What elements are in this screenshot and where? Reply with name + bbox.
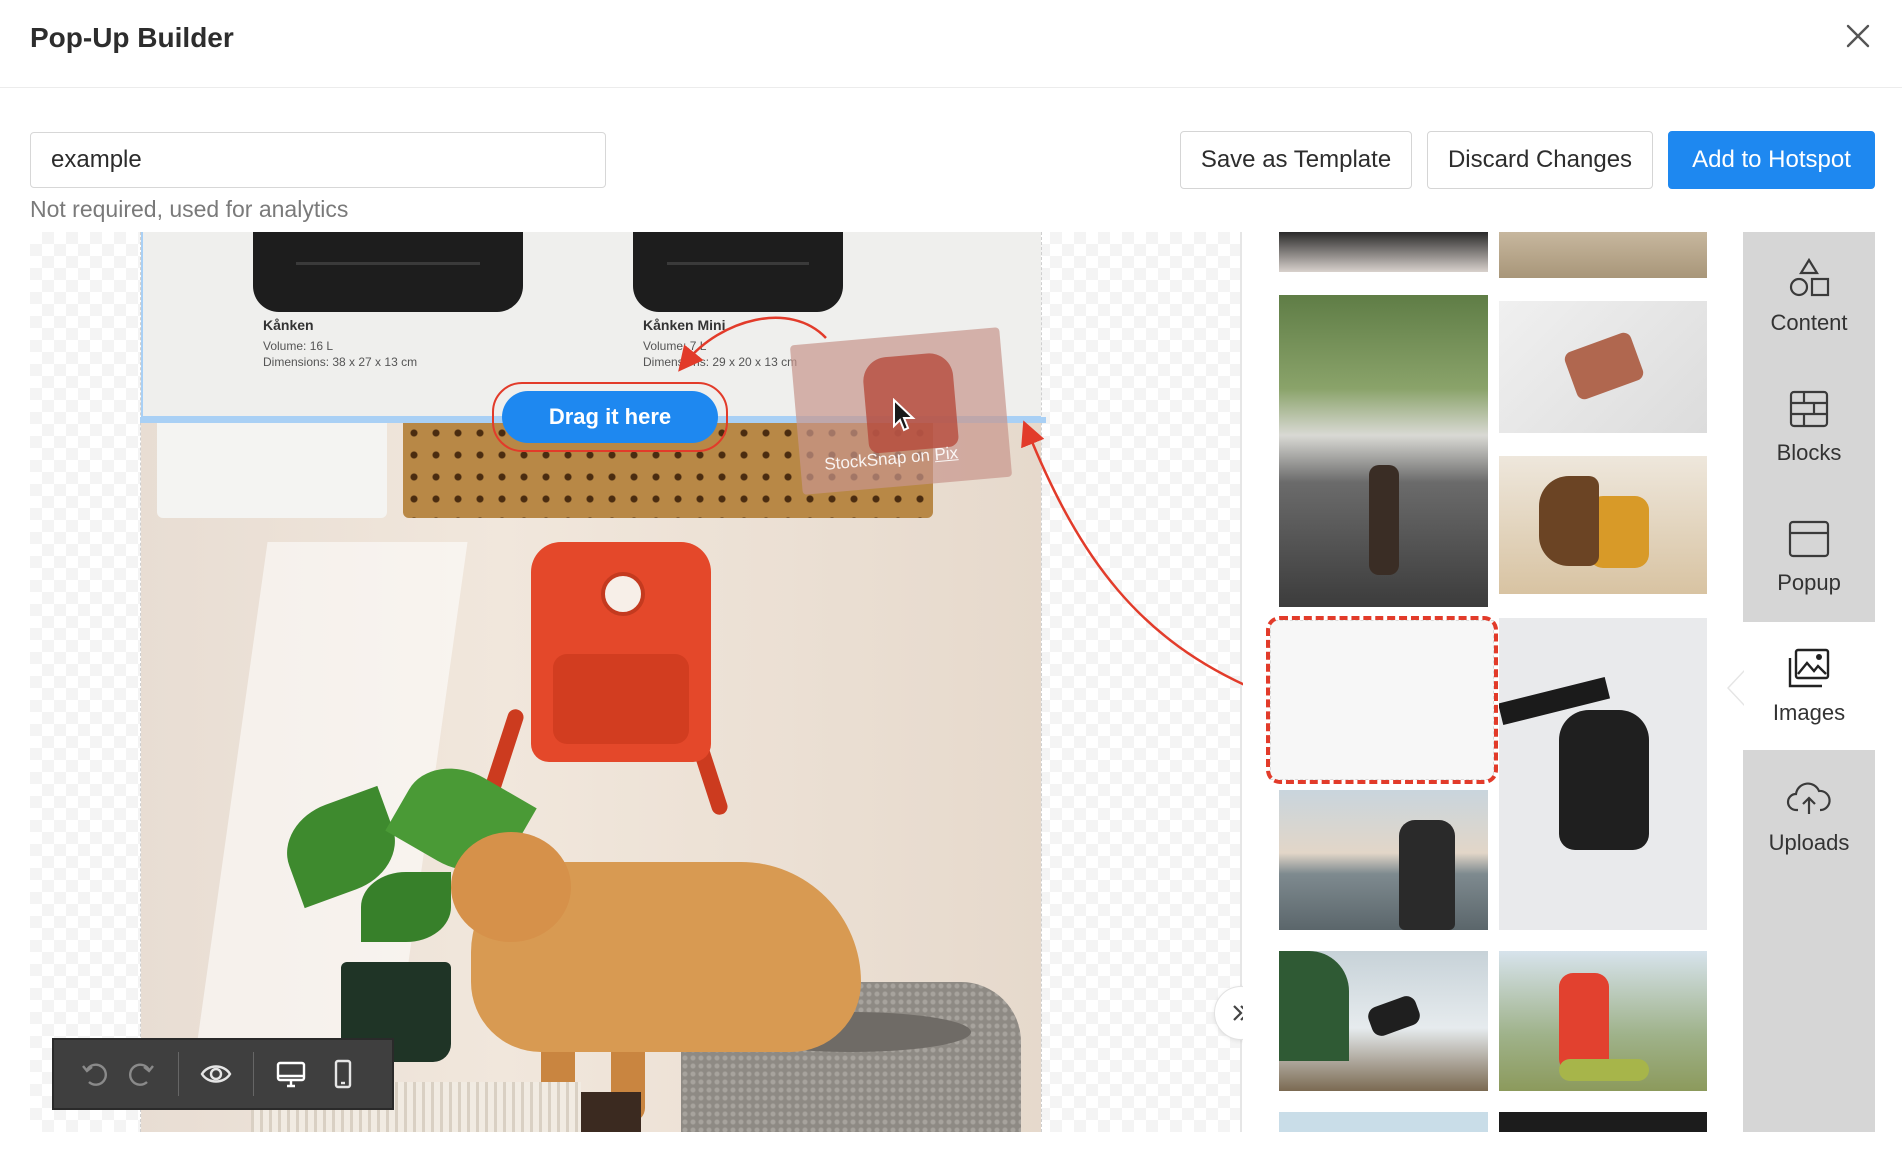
image-thumbnail[interactable] [1279,232,1488,272]
cloud-upload-icon [1786,782,1831,814]
eye-icon [200,1065,232,1083]
wooden-stand [581,1092,641,1132]
product-image-kanken-mini [633,232,843,312]
tab-content[interactable]: Content [1743,232,1875,360]
thumb-mat [1559,1059,1649,1081]
thumb-jumper [1365,993,1423,1039]
popup-name-input[interactable] [30,132,606,188]
thumb-figure [1369,465,1399,575]
page-title: Pop-Up Builder [30,22,234,53]
tab-images[interactable]: Images [1743,622,1875,750]
image-credit: StockSnap on Pix [824,443,959,475]
plant-leaf [361,872,451,942]
toolbar-separator [253,1052,254,1096]
cat-head [451,832,571,942]
redo-button[interactable] [118,1051,164,1097]
image-thumbnail[interactable] [1499,456,1707,594]
product-name: Kånken [263,317,314,333]
thumb-figure [1399,820,1455,930]
image-thumbnail[interactable] [1499,301,1707,433]
product-volume: Volume: 7 L [643,339,707,353]
tab-label: Popup [1777,570,1841,595]
credit-link[interactable]: Pix [934,443,959,464]
mobile-view-button[interactable] [320,1051,366,1097]
backpack-pocket [553,654,689,744]
annotation-ring [1266,616,1498,784]
popup-icon [1788,520,1830,558]
discard-changes-button[interactable]: Discard Changes [1427,131,1653,189]
thumb-trees [1279,951,1349,1061]
image-thumbnail[interactable] [1279,295,1488,607]
undo-icon [82,1063,108,1086]
product-dimensions: Dimensions: 38 x 27 x 13 cm [263,355,418,369]
close-icon [1846,24,1870,48]
credit-prefix: StockSnap on [823,445,936,474]
preview-button[interactable] [193,1051,239,1097]
hero-photo[interactable] [141,422,1041,1132]
active-tab-notch [1729,672,1744,704]
tab-label: Uploads [1768,830,1850,855]
image-thumbnail[interactable] [1499,951,1707,1091]
desktop-icon [276,1061,306,1088]
toolbar-separator [178,1052,179,1096]
pegboard-white [157,422,387,518]
blocks-icon [1789,390,1829,428]
thumb-object [1562,330,1646,402]
tab-label: Images [1772,700,1846,725]
image-thumbnail[interactable] [1499,618,1707,930]
image-thumbnail[interactable] [1279,1112,1488,1132]
thumb-hair [1539,476,1599,566]
image-thumbnail[interactable] [1279,790,1488,930]
image-thumbnail[interactable] [1499,232,1707,278]
cursor-icon [893,398,916,432]
tab-uploads[interactable]: Uploads [1743,752,1875,880]
product-volume: Volume: 16 L [263,339,334,353]
undo-button[interactable] [72,1051,118,1097]
annotation-ring [492,382,728,452]
shapes-icon [1789,257,1830,297]
desktop-view-button[interactable] [268,1051,314,1097]
redo-icon [128,1063,154,1086]
add-to-hotspot-button[interactable]: Add to Hotspot [1668,131,1875,189]
editor-toolbar [52,1038,394,1110]
thumb-backpack [1559,710,1649,850]
tab-popup[interactable]: Popup [1743,492,1875,620]
thumb-backpack [1559,973,1609,1073]
backpack-logo [601,572,645,616]
tab-label: Blocks [1776,440,1842,465]
name-hint: Not required, used for analytics [30,196,349,222]
product-dimensions: Dimensions: 29 x 20 x 13 cm [643,355,798,369]
tab-label: Content [1770,310,1848,335]
image-thumbnail[interactable] [1279,951,1488,1091]
image-thumbnail[interactable] [1499,1112,1707,1132]
tab-blocks[interactable]: Blocks [1743,362,1875,490]
product-name: Kånken Mini [643,317,726,333]
save-as-template-button[interactable]: Save as Template [1180,131,1412,189]
mobile-icon [334,1059,352,1089]
close-button[interactable] [1842,20,1874,52]
modal-header: Pop-Up Builder [0,0,1902,88]
images-icon [1788,648,1830,688]
product-image-kanken [253,232,523,312]
